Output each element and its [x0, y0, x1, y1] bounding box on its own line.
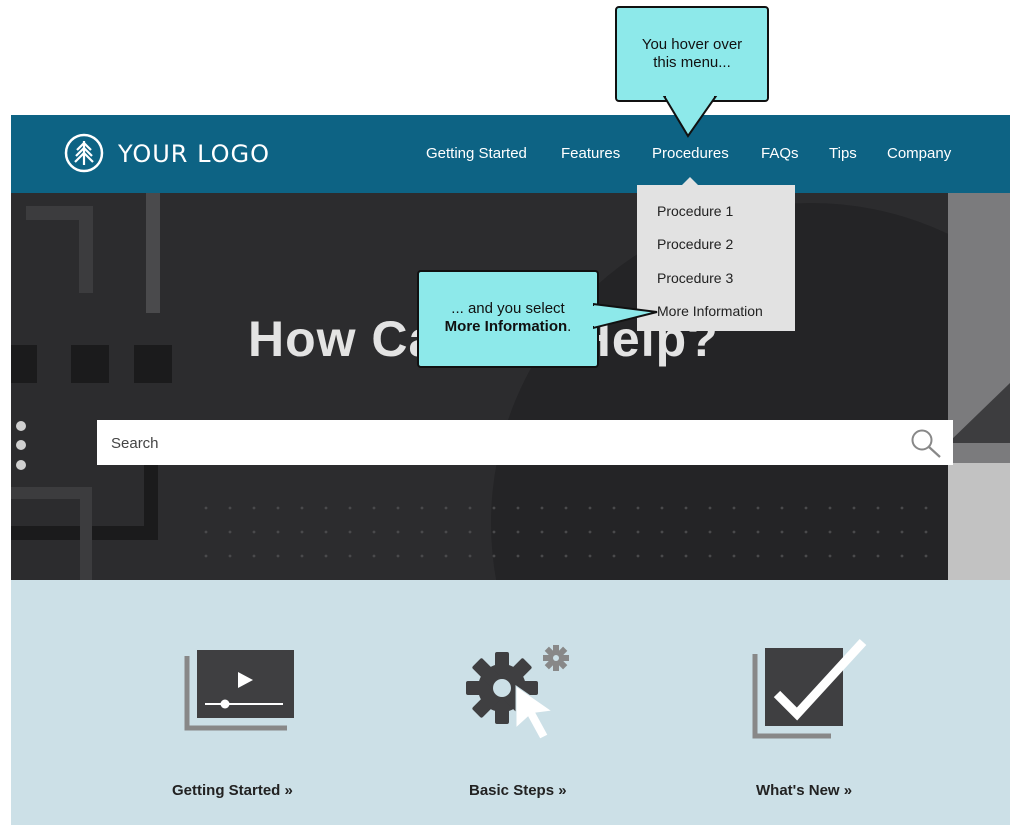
tile-basic-steps[interactable]: Basic Steps » [469, 782, 567, 799]
callout-top-line2: this menu... [653, 54, 731, 71]
gear-cursor-icon[interactable] [466, 638, 582, 744]
nav-procedures[interactable]: Procedures [652, 145, 729, 162]
dropdown-item-more-information[interactable]: More Information [657, 303, 763, 319]
callout-mid-bold: More Information [444, 318, 568, 335]
callout-mid-line1: ... and you select [451, 300, 565, 317]
dropdown-caret [680, 177, 700, 187]
callout-mid-pointer [593, 302, 658, 330]
callout-select-item: ... and you select More Information. [417, 270, 599, 368]
callout-mid-after: . [567, 318, 572, 335]
search-input[interactable] [109, 420, 893, 467]
nav-features[interactable]: Features [561, 145, 620, 162]
dropdown-item-procedure-2[interactable]: Procedure 2 [657, 236, 733, 252]
checkmark-icon[interactable] [751, 636, 869, 740]
tree-logo-icon[interactable] [64, 133, 104, 173]
logo-text[interactable]: YOUR LOGO [118, 140, 270, 168]
hero-banner [11, 193, 1010, 580]
nav-getting-started[interactable]: Getting Started [426, 145, 527, 162]
tile-whats-new[interactable]: What's New » [756, 782, 852, 799]
procedures-dropdown-menu: Procedure 1 Procedure 2 Procedure 3 More… [637, 177, 795, 331]
nav-tips[interactable]: Tips [829, 145, 857, 162]
callout-top-line1: You hover over [641, 36, 743, 53]
tile-getting-started[interactable]: Getting Started » [172, 782, 293, 799]
hero-background-graphic [11, 193, 1010, 580]
callout-hover-menu: You hover over this menu... [615, 6, 769, 102]
dropdown-item-procedure-1[interactable]: Procedure 1 [657, 203, 733, 219]
nav-company[interactable]: Company [887, 145, 951, 162]
search-icon[interactable] [909, 427, 943, 459]
callout-top-pointer [662, 96, 718, 138]
video-player-icon[interactable] [183, 646, 298, 732]
nav-faqs[interactable]: FAQs [761, 145, 799, 162]
dropdown-item-procedure-3[interactable]: Procedure 3 [657, 270, 733, 286]
search-bar [97, 420, 953, 467]
